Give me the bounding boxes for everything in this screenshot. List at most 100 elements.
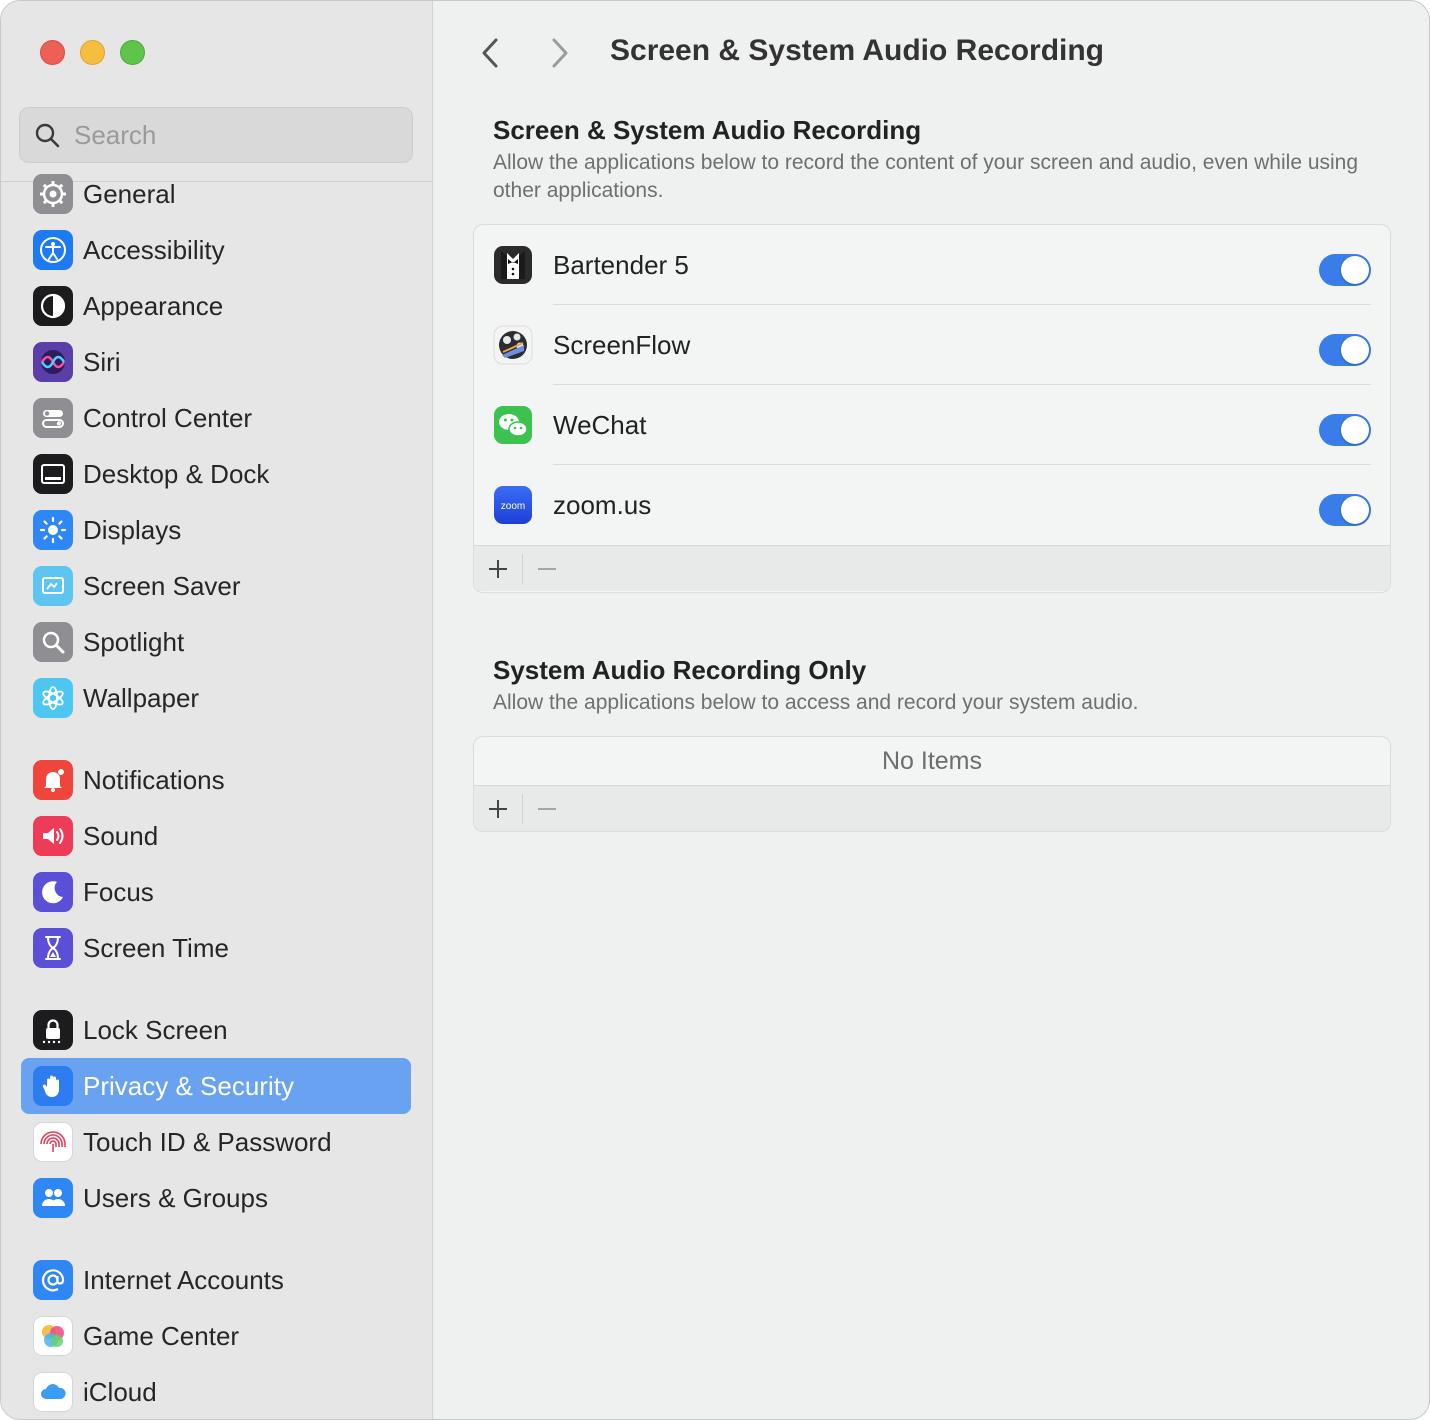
control-center-icon — [33, 398, 73, 438]
zoom-us-permission-toggle[interactable] — [1319, 494, 1371, 526]
sidebar-item-label: Internet Accounts — [83, 1264, 284, 1295]
sidebar-item-label: Privacy & Security — [83, 1070, 294, 1101]
gear-icon — [33, 174, 73, 214]
chevron-right-icon — [552, 38, 568, 68]
fingerprint-icon — [33, 1122, 73, 1162]
sidebar-item-accessibility[interactable]: Accessibility — [21, 222, 411, 278]
sidebar-item-appearance[interactable]: Appearance — [21, 278, 411, 334]
sidebar-item-privacy-and-security[interactable]: Privacy & Security — [21, 1058, 411, 1114]
app-row-bartender-5[interactable]: Bartender 5 — [474, 225, 1390, 305]
sidebar-item-label: Spotlight — [83, 626, 185, 657]
sidebar-item-users-and-groups[interactable]: Users & Groups — [21, 1170, 411, 1226]
remove-audio-app-button[interactable] — [523, 786, 571, 832]
sidebar-item-wallpaper[interactable]: Wallpaper — [21, 670, 411, 726]
back-button[interactable] — [472, 35, 508, 71]
bartender-5-permission-toggle[interactable] — [1319, 254, 1371, 286]
sidebar-item-label: Displays — [83, 514, 182, 545]
app-name: zoom.us — [553, 489, 652, 520]
sidebar-item-label: Screen Time — [83, 932, 229, 963]
remove-app-button[interactable] — [523, 546, 571, 592]
app-row-zoom-us[interactable]: zoom zoom.us — [474, 465, 1390, 545]
screen-recording-list-footer — [474, 545, 1390, 591]
audio-only-title: System Audio Recording Only — [493, 655, 867, 685]
sidebar-item-screen-time[interactable]: Screen Time — [21, 920, 411, 976]
audio-only-list-footer — [474, 785, 1390, 831]
sidebar-item-icloud[interactable]: iCloud — [21, 1364, 411, 1419]
sidebar-item-control-center[interactable]: Control Center — [21, 390, 411, 446]
toggle-knob — [1341, 336, 1369, 364]
app-name: Bartender 5 — [553, 249, 689, 280]
sidebar-item-label: Screen Saver — [83, 570, 241, 601]
sidebar-item-touch-id-and-password[interactable]: Touch ID & Password — [21, 1114, 411, 1170]
sidebar-item-label: General — [83, 178, 176, 209]
siri-icon — [33, 342, 73, 382]
sidebar-item-lock-screen[interactable]: Lock Screen — [21, 1002, 411, 1058]
add-audio-app-button[interactable] — [474, 786, 522, 832]
zoom-window-button[interactable] — [120, 40, 145, 65]
app-row-wechat[interactable]: WeChat — [474, 385, 1390, 465]
zoom-icon: zoom — [493, 485, 533, 525]
sidebar-item-label: Control Center — [83, 402, 253, 433]
sidebar-item-label: Users & Groups — [83, 1182, 268, 1213]
toggle-knob — [1341, 496, 1369, 524]
audio-only-description: Allow the applications below to access a… — [493, 691, 1139, 714]
sidebar-item-label: Focus — [83, 876, 154, 907]
sidebar-item-label: Game Center — [83, 1320, 240, 1351]
toggle-knob — [1341, 416, 1369, 444]
users-icon — [33, 1178, 73, 1218]
sidebar-item-label: iCloud — [83, 1376, 157, 1407]
moon-icon — [33, 872, 73, 912]
no-items-label: No Items — [881, 746, 983, 775]
sidebar-item-game-center[interactable]: Game Center — [21, 1308, 411, 1364]
sidebar-item-internet-accounts[interactable]: Internet Accounts — [21, 1252, 411, 1308]
sidebar-item-label: Desktop & Dock — [83, 458, 270, 489]
minus-icon — [538, 807, 556, 810]
sidebar-item-label: Sound — [83, 820, 159, 851]
sidebar-item-desktop-and-dock[interactable]: Desktop & Dock — [21, 446, 411, 502]
sidebar-item-general[interactable]: General — [21, 166, 411, 222]
main-pane: Screen & System Audio Recording Screen &… — [434, 1, 1429, 1419]
screen-recording-description: Allow the applications below to record t… — [493, 151, 1359, 202]
close-window-button[interactable] — [40, 40, 65, 65]
screen-saver-icon — [33, 566, 73, 606]
accessibility-icon — [33, 230, 73, 270]
sidebar-item-label: Lock Screen — [83, 1014, 228, 1045]
sidebar-item-label: Appearance — [83, 290, 224, 321]
sidebar-item-screen-saver[interactable]: Screen Saver — [21, 558, 411, 614]
sidebar-item-focus[interactable]: Focus — [21, 864, 411, 920]
page-title: Screen & System Audio Recording — [610, 34, 1105, 67]
plus-icon — [489, 559, 507, 578]
app-row-screenflow[interactable]: ScreenFlow — [474, 305, 1390, 385]
wechat-permission-toggle[interactable] — [1319, 414, 1371, 446]
sidebar-item-label: Touch ID & Password — [83, 1126, 332, 1157]
search-field[interactable] — [19, 107, 413, 163]
dock-icon — [33, 454, 73, 494]
app-name: ScreenFlow — [553, 329, 691, 360]
settings-window: General Accessibility Appearance Siri Contro… — [0, 0, 1430, 1420]
plus-icon — [489, 799, 507, 818]
sidebar-item-spotlight[interactable]: Spotlight — [21, 614, 411, 670]
audio-only-app-list: No Items — [473, 736, 1391, 832]
sidebar-item-sound[interactable]: Sound — [21, 808, 411, 864]
sidebar-item-siri[interactable]: Siri — [21, 334, 411, 390]
sidebar-item-label: Accessibility — [83, 234, 225, 265]
screenflow-permission-toggle[interactable] — [1319, 334, 1371, 366]
sidebar: General Accessibility Appearance Siri Contro… — [1, 1, 433, 1419]
chevron-left-icon — [482, 38, 498, 68]
sidebar-item-label: Siri — [83, 346, 121, 377]
sidebar-item-notifications[interactable]: Notifications — [21, 752, 411, 808]
cloud-icon — [33, 1372, 73, 1412]
minimize-window-button[interactable] — [80, 40, 105, 65]
add-app-button[interactable] — [474, 546, 522, 592]
search-input[interactable] — [74, 119, 374, 151]
forward-button[interactable] — [542, 35, 578, 71]
hourglass-icon — [33, 928, 73, 968]
lock-icon — [33, 1010, 73, 1050]
speaker-icon — [33, 816, 73, 856]
screen-recording-title: Screen & System Audio Recording — [493, 115, 922, 145]
screenflow-icon — [493, 325, 533, 365]
screen-recording-app-list: Bartender 5 ScreenFlow WeChat zoom zoom.us — [473, 224, 1391, 593]
app-name: WeChat — [553, 409, 647, 440]
sidebar-item-displays[interactable]: Displays — [21, 502, 411, 558]
flower-icon — [33, 678, 73, 718]
